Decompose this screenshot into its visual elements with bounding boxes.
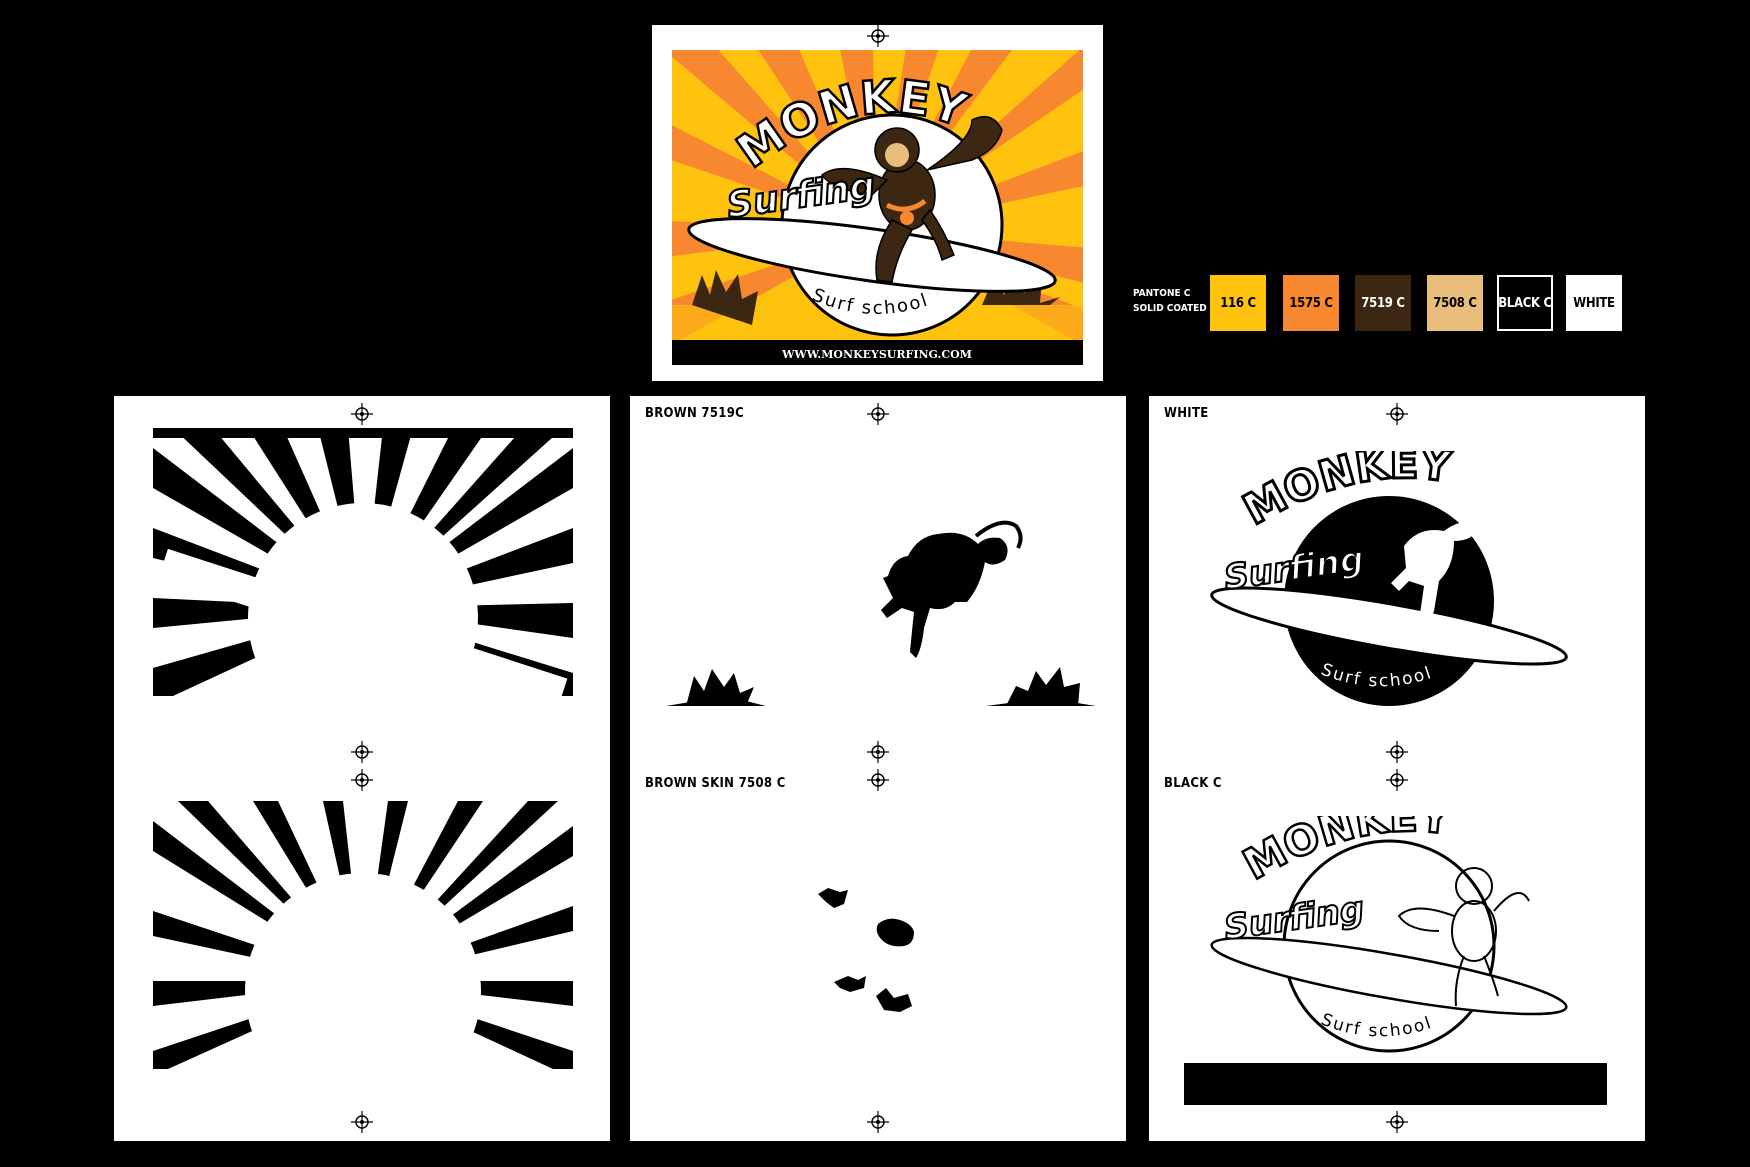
- swatch-7519-c: 7519 C: [1355, 275, 1411, 331]
- swatch-white: WHITE: [1566, 275, 1622, 331]
- registration-mark-icon: [351, 741, 373, 763]
- registration-mark-icon: [1386, 403, 1408, 425]
- poster-url: WWW.MONKEYSURFING.COM: [781, 348, 972, 361]
- registration-mark-icon: [351, 1111, 373, 1133]
- brown-plate-artwork: [666, 520, 1096, 706]
- brown-plate-label: BROWN 7519C: [645, 406, 745, 421]
- swatch-7508-c: 7508 C: [1427, 275, 1483, 331]
- pantone-label: PANTONE C SOLID COATED: [1133, 286, 1207, 316]
- registration-mark-icon: [351, 769, 373, 791]
- white-black-separation-card: WHITE BLACK C MONKEY Surfing Surf school…: [1149, 396, 1645, 1141]
- registration-mark-icon: [1386, 1111, 1408, 1133]
- white-plate-label: WHITE: [1164, 406, 1209, 421]
- registration-mark-icon: [867, 25, 889, 47]
- swatch-116-c: 116 C: [1210, 275, 1266, 331]
- poster-artwork: MONKEY Surfing Surf school WWW.MONKEYSUR…: [672, 50, 1083, 365]
- swatch-1575-c: 1575 C: [1283, 275, 1339, 331]
- registration-mark-icon: [1386, 769, 1408, 791]
- registration-mark-icon: [351, 403, 373, 425]
- black-plate-logo: MONKEY Surfing Surf school: [1184, 816, 1607, 1105]
- registration-mark-icon: [1386, 741, 1408, 763]
- brown-separation-card: BROWN 7519C BROWN SKIN 7508 C: [630, 396, 1126, 1141]
- rays-separation-card: [114, 396, 610, 1141]
- registration-mark-icon: [867, 403, 889, 425]
- pantone-label-line1: PANTONE C: [1133, 288, 1191, 299]
- brown-skin-plate-artwork: [818, 888, 914, 1012]
- brown-skin-plate-label: BROWN SKIN 7508 C: [645, 776, 786, 791]
- registration-mark-icon: [867, 741, 889, 763]
- white-plate-logo: MONKEY Surfing Surf school: [1210, 451, 1568, 706]
- swatch-black-c: BLACK C: [1497, 275, 1553, 331]
- registration-mark-icon: [867, 769, 889, 791]
- rays-plate-top: [153, 428, 573, 696]
- black-plate-label: BLACK C: [1164, 776, 1222, 791]
- pantone-label-line2: SOLID COATED: [1133, 303, 1207, 314]
- poster-card: MONKEY Surfing Surf school WWW.MONKEYSUR…: [652, 25, 1103, 381]
- registration-mark-icon: [867, 1111, 889, 1133]
- rays-plate-bottom: [153, 801, 573, 1069]
